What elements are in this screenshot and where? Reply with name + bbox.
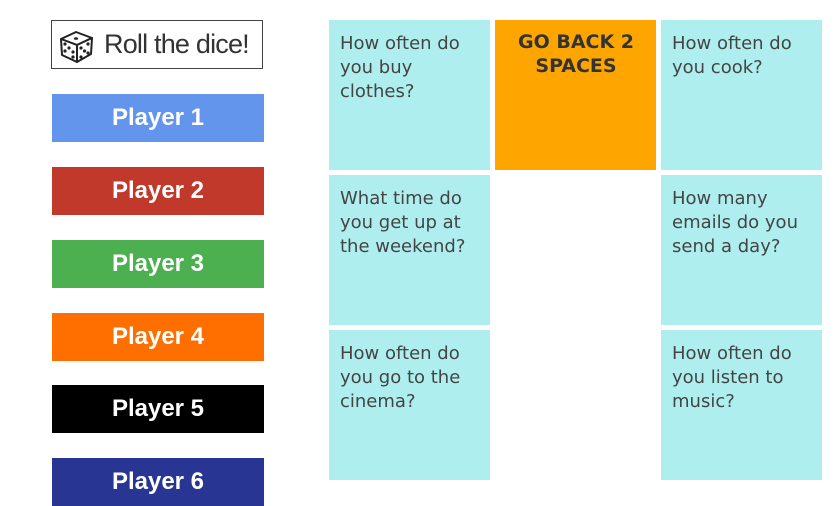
board-tile: How often do you cook? <box>661 20 822 170</box>
player-2-button[interactable]: Player 2 <box>52 167 264 215</box>
board-tile: How many emails do you send a day? <box>661 175 822 325</box>
player-5-button[interactable]: Player 5 <box>52 385 264 433</box>
roll-dice-button[interactable]: Roll the dice! <box>51 20 263 69</box>
dice-icon <box>60 30 93 63</box>
player-6-button[interactable]: Player 6 <box>52 458 264 506</box>
board-tile: What time do you get up at the weekend? <box>329 175 490 325</box>
board-tile: How often do you buy clothes? <box>329 20 490 170</box>
player-3-button[interactable]: Player 3 <box>52 240 264 288</box>
roll-dice-label: Roll the dice! <box>104 29 250 59</box>
player-4-button[interactable]: Player 4 <box>52 313 264 361</box>
board-tile: How often do you go to the cinema? <box>329 330 490 480</box>
player-1-button[interactable]: Player 1 <box>52 94 264 142</box>
board-tile: How often do you listen to music? <box>661 330 822 480</box>
board-tile-go-back: GO BACK 2 SPACES <box>495 20 656 170</box>
